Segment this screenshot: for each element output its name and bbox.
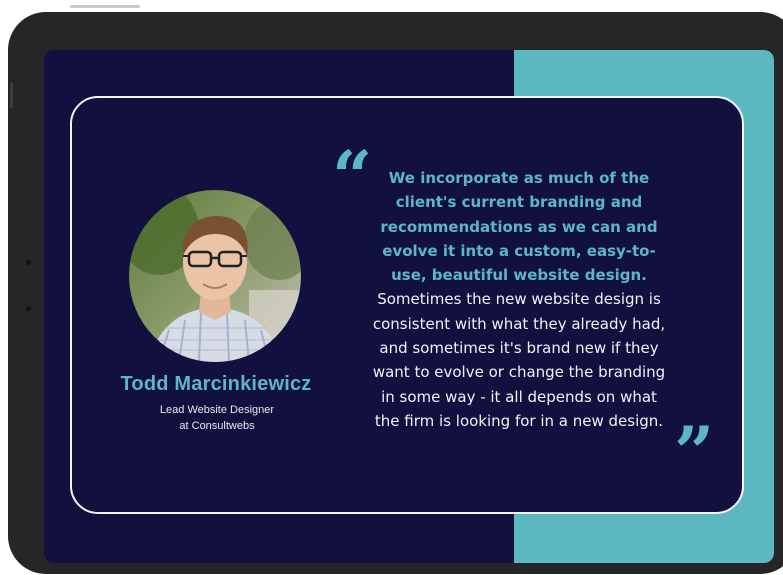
profile-photo — [129, 190, 301, 362]
role-title: Lead Website Designer — [159, 404, 275, 416]
tablet-side-button — [10, 82, 13, 108]
sensor-dot — [26, 306, 31, 311]
tablet-screen: Todd Marcinkiewicz Lead Website Designer… — [44, 50, 774, 563]
tablet-device: Todd Marcinkiewicz Lead Website Designer… — [8, 12, 783, 574]
top-edge-line — [70, 5, 140, 8]
camera-dot — [26, 260, 31, 265]
quote-body: Sometimes the new website design is cons… — [372, 290, 666, 430]
open-quote-icon: “ — [332, 135, 373, 218]
role-company: at Consultwebs — [179, 420, 255, 432]
profile-photo-illustration — [129, 190, 301, 362]
quote-highlight: We incorporate as much of the client's c… — [380, 169, 658, 285]
close-quote-icon: ” — [674, 411, 715, 494]
person-name: Todd Marcinkiewicz — [120, 373, 312, 395]
person-role: Lead Website Designer at Consultwebs — [124, 402, 310, 434]
testimonial-quote: We incorporate as much of the client's c… — [369, 166, 669, 433]
